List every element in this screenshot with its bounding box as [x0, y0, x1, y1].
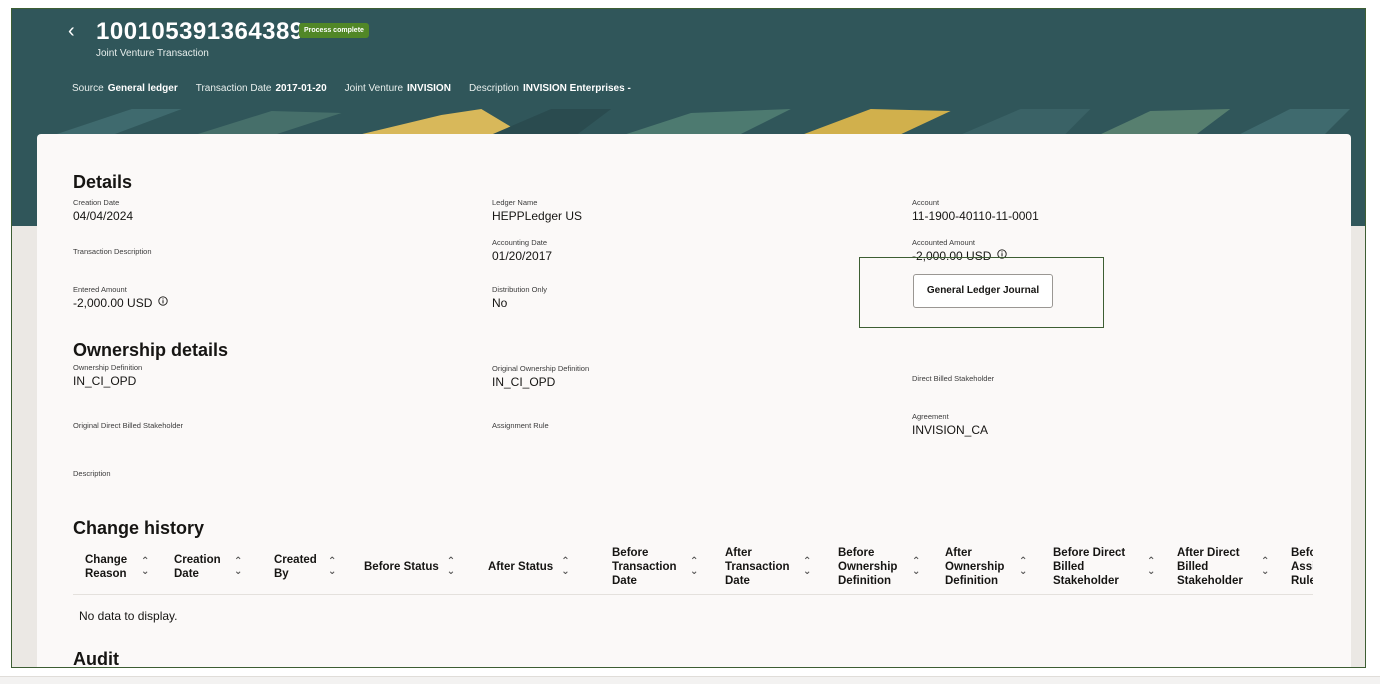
column-change-reason[interactable]: Change Reason ⌃ ⌄	[73, 553, 162, 581]
meta-transaction-date: Transaction Date 2017-01-20	[195, 83, 327, 94]
app-window: ‹ 100105391364389 Process complete Joint…	[11, 8, 1366, 668]
sort-icon[interactable]: ⌃ ⌄	[1019, 556, 1027, 577]
meta-description: Description INVISION Enterprises -	[468, 83, 631, 94]
column-after-direct-billed-stakeholder[interactable]: After Direct Billed Stakeholder ⌃ ⌄	[1165, 546, 1279, 588]
table-empty-message: No data to display.	[79, 609, 178, 623]
meta-joint-venture: Joint Venture INVISION	[344, 83, 451, 94]
info-icon[interactable]	[158, 296, 169, 306]
audit-section-title: Audit	[73, 649, 119, 668]
column-before-direct-billed-stakeholder[interactable]: Before Direct Billed Stakeholder ⌃ ⌄	[1041, 546, 1165, 588]
column-before-ownership-definition[interactable]: Before Ownership Definition ⌃ ⌄	[826, 546, 933, 588]
gl-journal-highlight: General Ledger Journal	[859, 257, 1104, 328]
back-chevron-icon[interactable]: ‹	[68, 21, 88, 41]
column-after-transaction-date[interactable]: After Transaction Date ⌃ ⌄	[713, 546, 826, 588]
account-field: Account 11-1900-40110-11-0001	[912, 198, 1039, 223]
direct-billed-stakeholder-field: Direct Billed Stakeholder	[912, 374, 995, 383]
sort-icon[interactable]: ⌃ ⌄	[328, 556, 336, 577]
column-after-ownership-definition[interactable]: After Ownership Definition ⌃ ⌄	[933, 546, 1041, 588]
sort-icon[interactable]: ⌃ ⌄	[912, 556, 920, 577]
window-bottom-edge	[0, 676, 1380, 684]
column-before-assignment-rule[interactable]: Before Assignment Rule	[1279, 546, 1313, 588]
sort-icon[interactable]: ⌃ ⌄	[447, 556, 455, 577]
agreement-field: Agreement INVISION_CA	[912, 412, 989, 437]
sort-icon[interactable]: ⌃ ⌄	[803, 556, 811, 577]
original-ownership-definition-field: Original Ownership Definition IN_CI_OPD	[492, 364, 590, 389]
sort-icon[interactable]: ⌃ ⌄	[561, 556, 569, 577]
transaction-description-field: Transaction Description	[73, 247, 152, 256]
sort-icon[interactable]: ⌃ ⌄	[690, 556, 698, 577]
column-creation-date[interactable]: Creation Date ⌃ ⌄	[162, 553, 262, 581]
page-title: 100105391364389	[96, 18, 304, 45]
original-direct-billed-stakeholder-field: Original Direct Billed Stakeholder	[73, 421, 184, 430]
page-subtitle: Joint Venture Transaction	[96, 48, 209, 59]
ownership-definition-field: Ownership Definition IN_CI_OPD	[73, 363, 143, 388]
change-history-table: Change Reason ⌃ ⌄ Creation Date ⌃ ⌄ Created …	[73, 539, 1313, 595]
assignment-rule-field: Assignment Rule	[492, 421, 549, 430]
column-before-transaction-date[interactable]: Before Transaction Date ⌃ ⌄	[600, 546, 713, 588]
table-header: Change Reason ⌃ ⌄ Creation Date ⌃ ⌄ Created …	[73, 539, 1313, 595]
header-meta: Source General ledger Transaction Date 201…	[72, 83, 631, 94]
column-before-status[interactable]: Before Status ⌃ ⌄	[352, 556, 476, 577]
ownership-section-title: Ownership details	[73, 340, 229, 360]
details-section-title: Details	[73, 172, 133, 192]
sort-icon[interactable]: ⌃ ⌄	[1147, 556, 1155, 577]
accounting-date-field: Accounting Date 01/20/2017	[492, 238, 553, 263]
distribution-only-field: Distribution Only No	[492, 285, 548, 310]
sort-icon[interactable]: ⌃ ⌄	[1261, 556, 1269, 577]
sort-icon[interactable]: ⌃ ⌄	[141, 556, 149, 577]
status-badge: Process complete	[299, 23, 369, 38]
column-created-by[interactable]: Created By ⌃ ⌄	[262, 553, 352, 581]
change-history-section-title: Change history	[73, 518, 205, 538]
sort-icon[interactable]: ⌃ ⌄	[234, 556, 242, 577]
description-field: Description	[73, 469, 111, 478]
column-after-status[interactable]: After Status ⌃ ⌄	[476, 556, 600, 577]
creation-date-field: Creation Date 04/04/2024	[73, 198, 134, 223]
general-ledger-journal-button[interactable]: General Ledger Journal	[913, 274, 1053, 308]
entered-amount-field: Entered Amount -2,000.00 USD	[73, 285, 169, 310]
meta-source: Source General ledger	[72, 83, 178, 94]
ledger-name-field: Ledger Name HEPPLedger US	[492, 198, 583, 223]
